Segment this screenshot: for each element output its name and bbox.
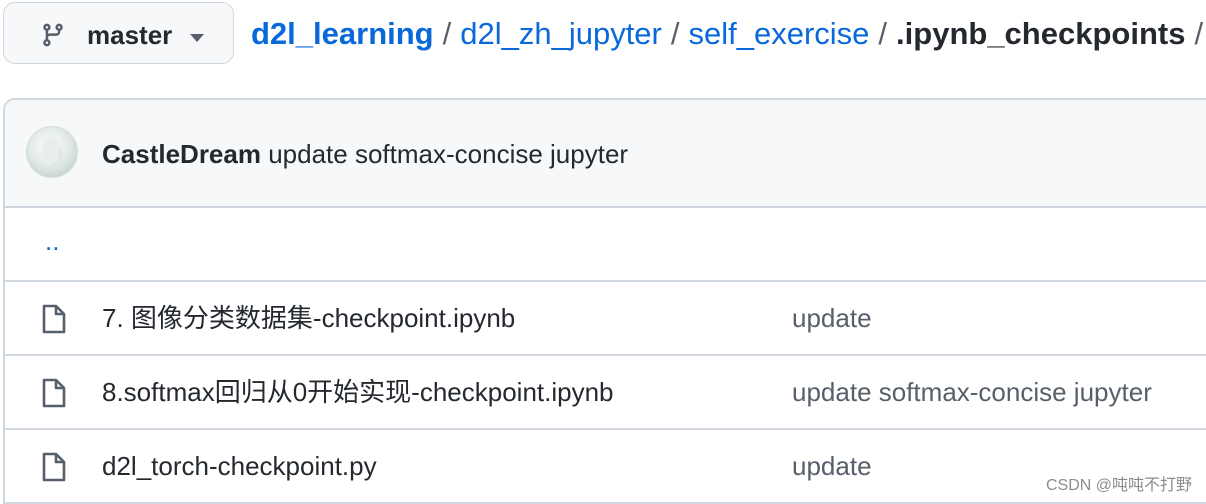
breadcrumb-separator: / xyxy=(442,16,452,51)
file-name-link[interactable]: 8.softmax回归从0开始实现-checkpoint.ipynb xyxy=(102,376,614,408)
commit-author-link[interactable]: CastleDream xyxy=(102,139,261,169)
parent-directory-link[interactable]: .. xyxy=(45,226,59,257)
file-row: 8.softmax回归从0开始实现-checkpoint.ipynb updat… xyxy=(5,356,1206,430)
author-avatar[interactable] xyxy=(26,126,78,178)
file-row: d2l_torch-checkpoint.py update xyxy=(5,430,1206,504)
git-branch-icon xyxy=(43,23,63,47)
file-name-link[interactable]: d2l_torch-checkpoint.py xyxy=(102,450,377,482)
repo-file-browser: master d2l_learning / d2l_zh_jupyter / self_… xyxy=(0,0,1206,504)
file-list-box: CastleDream update softmax-concise jupyt… xyxy=(3,98,1206,504)
branch-selector-button[interactable]: master xyxy=(3,2,234,64)
breadcrumb-link-self-exercise[interactable]: self_exercise xyxy=(689,16,870,51)
file-name-link[interactable]: 7. 图像分类数据集-checkpoint.ipynb xyxy=(102,302,515,334)
file-commit-message-link[interactable]: update xyxy=(792,450,872,482)
breadcrumb-current: .ipynb_checkpoints xyxy=(896,16,1186,51)
file-commit-message-link[interactable]: update softmax-concise jupyter xyxy=(792,376,1152,408)
file-commit-message-link[interactable]: update xyxy=(792,302,872,334)
breadcrumb-root-link[interactable]: d2l_learning xyxy=(251,16,434,51)
latest-commit-bar: CastleDream update softmax-concise jupyt… xyxy=(5,100,1206,208)
commit-message-link[interactable]: update softmax-concise jupyter xyxy=(268,139,628,169)
file-row: 7. 图像分类数据集-checkpoint.ipynb update xyxy=(5,282,1206,356)
file-icon xyxy=(42,378,66,408)
breadcrumb-separator: / xyxy=(878,16,888,51)
branch-name: master xyxy=(87,20,173,50)
breadcrumb-separator: / xyxy=(670,16,680,51)
parent-directory-row: .. xyxy=(5,208,1206,282)
latest-commit-text: CastleDream update softmax-concise jupyt… xyxy=(102,138,628,170)
breadcrumb-link-d2l-zh-jupyter[interactable]: d2l_zh_jupyter xyxy=(460,16,662,51)
breadcrumb-separator: / xyxy=(1194,16,1204,51)
caret-down-icon xyxy=(190,34,204,42)
file-icon xyxy=(42,452,66,482)
file-icon xyxy=(42,304,66,334)
breadcrumb: d2l_learning / d2l_zh_jupyter / self_exercis… xyxy=(251,14,1206,54)
csdn-watermark: CSDN @吨吨不打野 xyxy=(1045,477,1192,494)
